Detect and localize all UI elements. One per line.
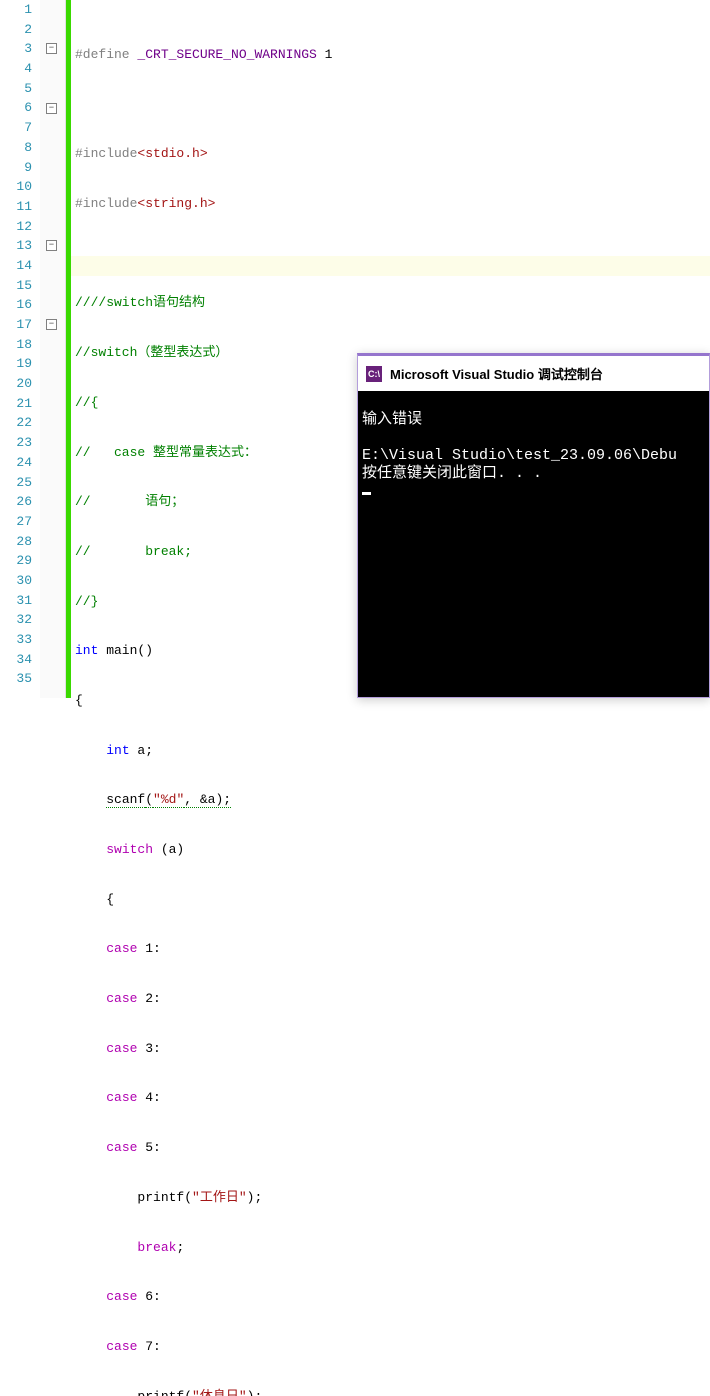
line-number: 1 bbox=[0, 0, 32, 20]
code-text: <stdio.h> bbox=[137, 146, 207, 161]
line-number: 9 bbox=[0, 158, 32, 178]
code-text: case bbox=[106, 991, 137, 1006]
code-text: { bbox=[75, 892, 114, 907]
code-comment: // break; bbox=[75, 544, 192, 559]
fold-toggle[interactable]: − bbox=[46, 319, 57, 330]
code-text: break bbox=[137, 1240, 176, 1255]
code-comment: //switch（整型表达式） bbox=[75, 345, 228, 360]
line-number: 25 bbox=[0, 473, 32, 493]
line-number: 5 bbox=[0, 79, 32, 99]
code-text: int bbox=[75, 643, 98, 658]
code-text: ( bbox=[145, 792, 153, 808]
code-comment: //} bbox=[75, 594, 98, 609]
code-text: int bbox=[106, 743, 129, 758]
code-text: 6: bbox=[137, 1289, 160, 1304]
code-text: ); bbox=[247, 1389, 263, 1396]
line-number: 10 bbox=[0, 177, 32, 197]
code-text: 3: bbox=[137, 1041, 160, 1056]
code-text: case bbox=[106, 1339, 137, 1354]
line-number-gutter: 1234567891011121314151617181920212223242… bbox=[0, 0, 40, 698]
code-text: #include bbox=[75, 146, 137, 161]
line-number: 8 bbox=[0, 138, 32, 158]
code-text: switch bbox=[106, 842, 153, 857]
line-number: 17 bbox=[0, 315, 32, 335]
code-comment: //{ bbox=[75, 395, 98, 410]
code-text: 7: bbox=[137, 1339, 160, 1354]
line-number: 27 bbox=[0, 512, 32, 532]
code-text: 4: bbox=[137, 1090, 160, 1105]
code-text: case bbox=[106, 1289, 137, 1304]
console-titlebar[interactable]: C:\ Microsoft Visual Studio 调试控制台 bbox=[358, 356, 709, 391]
code-text: 2: bbox=[137, 991, 160, 1006]
code-text: <string.h> bbox=[137, 196, 215, 211]
line-number: 13 bbox=[0, 236, 32, 256]
code-text: main() bbox=[98, 643, 153, 658]
fold-toggle[interactable]: − bbox=[46, 240, 57, 251]
line-number: 6 bbox=[0, 98, 32, 118]
code-text: #include bbox=[75, 196, 137, 211]
code-text: case bbox=[106, 1041, 137, 1056]
code-comment: // case 整型常量表达式： bbox=[75, 445, 257, 460]
code-text: case bbox=[106, 941, 137, 956]
line-number: 23 bbox=[0, 433, 32, 453]
code-text: case bbox=[106, 1090, 137, 1105]
code-text: { bbox=[75, 693, 83, 708]
code-text: (a) bbox=[153, 842, 184, 857]
line-number: 3 bbox=[0, 39, 32, 59]
line-number: 20 bbox=[0, 374, 32, 394]
code-text: , &a); bbox=[184, 792, 231, 808]
console-output[interactable]: 输入错误 E:\Visual Studio\test_23.09.06\Debu… bbox=[358, 391, 709, 697]
line-number: 24 bbox=[0, 453, 32, 473]
line-number: 30 bbox=[0, 571, 32, 591]
line-number: 7 bbox=[0, 118, 32, 138]
code-text: "工作日" bbox=[192, 1190, 247, 1205]
line-number: 2 bbox=[0, 20, 32, 40]
line-number: 15 bbox=[0, 276, 32, 296]
code-text: printf( bbox=[75, 1389, 192, 1396]
code-text: "休息日" bbox=[192, 1389, 247, 1396]
code-comment: ////switch语句结构 bbox=[75, 295, 205, 310]
code-text: 1 bbox=[317, 47, 333, 62]
line-number: 26 bbox=[0, 492, 32, 512]
line-number: 34 bbox=[0, 650, 32, 670]
code-text: "%d" bbox=[153, 792, 184, 808]
line-number: 29 bbox=[0, 551, 32, 571]
line-number: 33 bbox=[0, 630, 32, 650]
line-number: 11 bbox=[0, 197, 32, 217]
line-number: 35 bbox=[0, 669, 32, 689]
line-number: 19 bbox=[0, 354, 32, 374]
line-number: 31 bbox=[0, 591, 32, 611]
code-text: ; bbox=[176, 1240, 184, 1255]
code-text: printf( bbox=[75, 1190, 192, 1205]
debug-console-window[interactable]: C:\ Microsoft Visual Studio 调试控制台 输入错误 E… bbox=[357, 353, 710, 698]
code-text: ); bbox=[247, 1190, 263, 1205]
line-number: 22 bbox=[0, 413, 32, 433]
code-text: scanf bbox=[106, 792, 145, 808]
code-text: #define bbox=[75, 47, 137, 62]
line-number: 14 bbox=[0, 256, 32, 276]
line-number: 21 bbox=[0, 394, 32, 414]
code-text: case bbox=[106, 1140, 137, 1155]
code-text: 1: bbox=[137, 941, 160, 956]
line-number: 28 bbox=[0, 532, 32, 552]
line-number: 4 bbox=[0, 59, 32, 79]
code-text: 5: bbox=[137, 1140, 160, 1155]
code-text: a; bbox=[130, 743, 153, 758]
line-number: 18 bbox=[0, 335, 32, 355]
code-text: _CRT_SECURE_NO_WARNINGS bbox=[137, 47, 316, 62]
console-cursor bbox=[362, 492, 371, 495]
console-icon: C:\ bbox=[366, 366, 382, 382]
fold-toggle[interactable]: − bbox=[46, 43, 57, 54]
fold-toggle[interactable]: − bbox=[46, 103, 57, 114]
line-number: 32 bbox=[0, 610, 32, 630]
line-number: 12 bbox=[0, 217, 32, 237]
folding-margin: − − − − bbox=[40, 0, 66, 698]
console-title-text: Microsoft Visual Studio 调试控制台 bbox=[390, 364, 603, 383]
line-number: 16 bbox=[0, 295, 32, 315]
code-comment: // 语句； bbox=[75, 494, 184, 509]
